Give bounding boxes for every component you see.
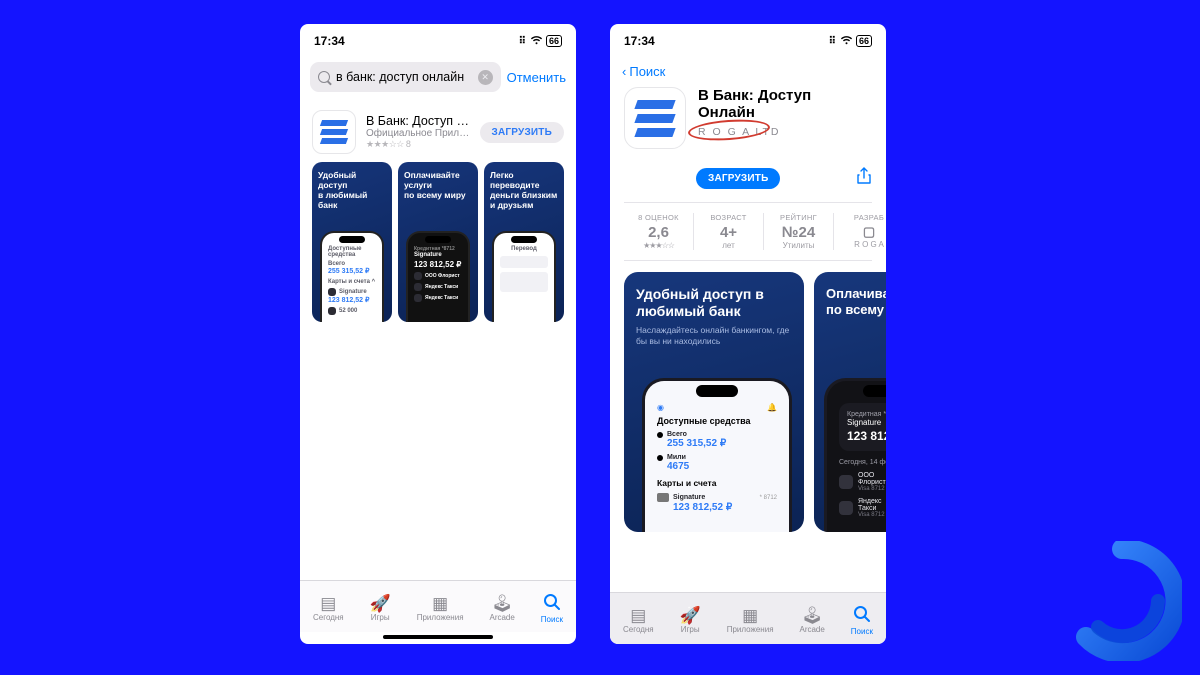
- games-icon: 🚀: [680, 607, 701, 624]
- metric-rank: РЕЙТИНГ №24 Утилиты: [764, 213, 834, 250]
- wifi-icon: [840, 35, 853, 47]
- rating-stars: ★★★☆☆: [628, 241, 689, 250]
- status-time: 17:34: [314, 34, 345, 48]
- tab-bar: ▤Сегодня 🚀Игры ▦Приложения 🕹Arcade Поиск: [300, 580, 576, 632]
- share-icon[interactable]: [856, 167, 872, 190]
- phone-app-detail: 17:34 ⠿ 66 ‹ Поиск В Банк: Доступ Онлайн…: [610, 24, 886, 644]
- apps-icon: ▦: [432, 595, 448, 612]
- games-icon: 🚀: [370, 595, 391, 612]
- search-text: в банк: доступ онлайн: [336, 70, 464, 84]
- home-indicator: [383, 635, 493, 639]
- wifi-icon: [530, 35, 543, 47]
- watermark-logo: [1062, 541, 1182, 661]
- arcade-icon: 🕹: [801, 607, 823, 624]
- tab-today[interactable]: ▤Сегодня: [313, 595, 344, 622]
- search-field[interactable]: в банк: доступ онлайн ✕: [310, 62, 501, 92]
- screenshot-3[interactable]: Легко переводите деньги близким и друзья…: [484, 162, 564, 322]
- device-mock: ◉ 🔔 Доступные средства Всего 255 315,52 …: [642, 378, 792, 532]
- tab-apps[interactable]: ▦Приложения: [727, 607, 774, 634]
- tab-games[interactable]: 🚀Игры: [680, 607, 701, 634]
- status-icons: ⠿ 66: [829, 35, 872, 47]
- clear-icon[interactable]: ✕: [478, 70, 493, 85]
- status-time: 17:34: [624, 34, 655, 48]
- bell-icon: 🔔: [767, 403, 777, 412]
- tab-today[interactable]: ▤Сегодня: [623, 607, 654, 634]
- metric-age: ВОЗРАСТ 4+ лет: [694, 213, 764, 250]
- get-button[interactable]: ЗАГРУЗИТЬ: [696, 168, 780, 189]
- tab-search[interactable]: Поиск: [541, 593, 563, 624]
- search-row: в банк: доступ онлайн ✕ Отменить: [300, 58, 576, 100]
- app-rating: ★★★☆☆ 8: [366, 139, 470, 150]
- screenshot-1[interactable]: Удобный доступ в любимый банк Наслаждайт…: [624, 272, 804, 532]
- tab-bar: ▤Сегодня 🚀Игры ▦Приложения 🕹Arcade Поиск: [610, 592, 886, 644]
- device-mock: Кредитная *8712 Signature 123 812,52 Сег…: [824, 378, 886, 532]
- screenshot-carousel[interactable]: Удобный доступ в любимый банк Доступные …: [300, 162, 576, 322]
- app-subtitle: Официальное Приложе...: [366, 128, 470, 139]
- app-icon: [312, 110, 356, 154]
- search-tab-icon: [543, 593, 561, 614]
- cancel-button[interactable]: Отменить: [507, 70, 566, 85]
- transaction-row: Яндекс ТаксиVisa 8712- 837 ₽: [839, 498, 886, 518]
- app-header: В Банк: Доступ Онлайн R O G A LTD: [610, 83, 886, 157]
- phone-search-results: 17:34 ⠿ 66 в банк: доступ онлайн ✕ Отмен…: [300, 24, 576, 644]
- screenshot-2[interactable]: Оплачивайте по всему Кредитная *8712 Sig…: [814, 272, 886, 532]
- developer-icon: ▢: [838, 224, 886, 240]
- tab-apps[interactable]: ▦Приложения: [417, 595, 464, 622]
- mini-device: Кредитная *8712 Signature 123 812,52 ₽ О…: [406, 231, 470, 322]
- today-icon: ▤: [320, 595, 336, 612]
- search-result-row[interactable]: В Банк: Доступ Он... Официальное Приложе…: [300, 100, 576, 162]
- avatar-icon: ◉: [657, 403, 664, 412]
- chevron-left-icon: ‹: [622, 64, 626, 79]
- today-icon: ▤: [630, 607, 646, 624]
- credit-card-widget: Кредитная *8712 Signature 123 812,52: [839, 403, 886, 451]
- app-title: В Банк: Доступ Он...: [366, 114, 470, 128]
- transaction-row: ООО ФлористVisa 8712- 4 450 ₽: [839, 472, 886, 492]
- back-button[interactable]: ‹ Поиск: [610, 58, 886, 83]
- metrics-row[interactable]: 8 ОЦЕНОК 2,6 ★★★☆☆ ВОЗРАСТ 4+ лет РЕЙТИН…: [610, 203, 886, 260]
- app-icon: [624, 87, 686, 149]
- screenshot-1[interactable]: Удобный доступ в любимый банк Доступные …: [312, 162, 392, 322]
- status-bar: 17:34 ⠿ 66: [300, 24, 576, 58]
- search-tab-icon: [853, 605, 871, 626]
- screenshot-2[interactable]: Оплачивайте услуги по всему миру Кредитн…: [398, 162, 478, 322]
- apps-icon: ▦: [742, 607, 758, 624]
- mini-device: Доступные средства Всего 255 315,52 ₽ Ка…: [320, 231, 384, 322]
- app-info: В Банк: Доступ Он... Официальное Приложе…: [366, 114, 470, 150]
- tab-games[interactable]: 🚀Игры: [370, 595, 391, 622]
- tab-arcade[interactable]: 🕹Arcade: [489, 595, 514, 622]
- status-icons: ⠿ 66: [519, 35, 562, 47]
- search-icon: [318, 71, 330, 83]
- battery-icon: 66: [546, 35, 562, 47]
- cellular-icon: ⠿: [829, 36, 837, 47]
- metric-rating: 8 ОЦЕНОК 2,6 ★★★☆☆: [624, 213, 694, 250]
- battery-icon: 66: [856, 35, 872, 47]
- cellular-icon: ⠿: [519, 36, 527, 47]
- screenshot-carousel[interactable]: Удобный доступ в любимый банк Наслаждайт…: [610, 272, 886, 532]
- tab-arcade[interactable]: 🕹Arcade: [799, 607, 824, 634]
- arcade-icon: 🕹: [491, 595, 513, 612]
- action-row: ЗАГРУЗИТЬ: [610, 157, 886, 202]
- app-title: В Банк: Доступ Онлайн: [698, 87, 872, 122]
- mini-device: Перевод: [492, 231, 556, 322]
- metric-developer: РАЗРАБ ▢ R O G A: [834, 213, 886, 250]
- get-button[interactable]: ЗАГРУЗИТЬ: [480, 122, 564, 143]
- developer-name[interactable]: R O G A LTD: [698, 126, 781, 138]
- tab-search[interactable]: Поиск: [851, 605, 873, 636]
- back-label: Поиск: [629, 64, 665, 79]
- status-bar: 17:34 ⠿ 66: [610, 24, 886, 58]
